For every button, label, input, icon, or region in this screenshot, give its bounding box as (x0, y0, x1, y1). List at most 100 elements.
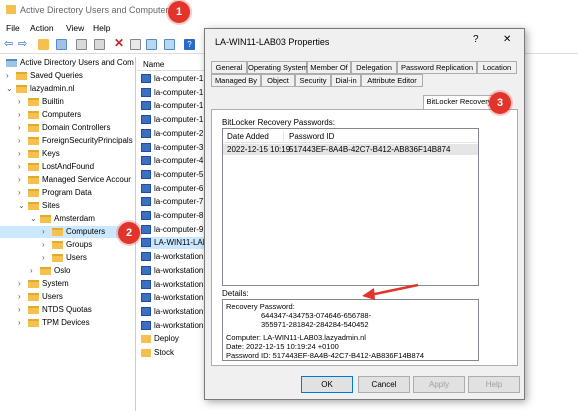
cancel-button[interactable]: Cancel (358, 376, 410, 393)
details-textbox[interactable]: Recovery Password: 644347-434753-074646-… (222, 299, 479, 361)
list-item[interactable]: la-computer-1 (141, 73, 207, 85)
list-item[interactable]: la-computer-1 (141, 87, 207, 99)
tab-operating-system[interactable]: Operating System (247, 61, 308, 74)
copy-icon[interactable] (94, 39, 105, 50)
menu-file[interactable]: File (6, 23, 20, 33)
list-item[interactable]: la-computer-5 (141, 169, 207, 181)
ok-button[interactable]: OK (301, 376, 353, 393)
menu-action[interactable]: Action (30, 23, 54, 33)
expand-chevron-icon[interactable]: › (18, 292, 21, 301)
dialog-help-button[interactable]: ? (473, 34, 479, 45)
date-added-column[interactable]: Date Added (227, 132, 269, 141)
expand-chevron-icon[interactable]: › (18, 110, 21, 119)
properties-icon[interactable] (130, 39, 141, 50)
tab-password-replication[interactable]: Password Replication (397, 61, 477, 74)
collapse-chevron-icon[interactable]: ⌄ (6, 84, 13, 93)
tree-item[interactable]: › Computers (0, 226, 135, 238)
expand-chevron-icon[interactable]: › (18, 136, 21, 145)
list-item[interactable]: la-workstation (141, 251, 207, 263)
expand-chevron-icon[interactable]: › (30, 266, 33, 275)
recovery-password-row[interactable]: 2022-12-15 10:19 517443EF-8A4B-42C7-B412… (223, 144, 478, 155)
show-tree-icon[interactable] (56, 39, 67, 50)
tree-item[interactable]: ⌄ Sites (0, 200, 135, 212)
tree-item[interactable]: › Saved Queries (0, 70, 135, 82)
expand-chevron-icon[interactable]: › (18, 318, 21, 327)
expand-chevron-icon[interactable]: › (18, 279, 21, 288)
tab-dial-in[interactable]: Dial-in (331, 74, 361, 87)
list-item[interactable]: la-computer-1 (141, 100, 207, 112)
tree-item[interactable]: › Oslo (0, 265, 135, 277)
list-item[interactable]: la-computer-6 (141, 183, 207, 195)
tree-item[interactable]: › Groups (0, 239, 135, 251)
tree-item[interactable]: › Managed Service Accour (0, 174, 135, 186)
tree-item[interactable]: › System (0, 278, 135, 290)
expand-chevron-icon[interactable]: › (18, 188, 21, 197)
expand-chevron-icon[interactable]: › (42, 227, 45, 236)
expand-chevron-icon[interactable]: › (18, 175, 21, 184)
collapse-chevron-icon[interactable]: ⌄ (18, 201, 25, 210)
cut-icon[interactable] (76, 39, 87, 50)
tree-item[interactable]: ⌄ lazyadmin.nl (0, 83, 135, 95)
tab-security[interactable]: Security (295, 74, 331, 87)
tab-member-of[interactable]: Member Of (307, 61, 351, 74)
recovery-passwords-list[interactable]: Date Added Password ID 2022-12-15 10:19 … (222, 128, 479, 286)
tree-item[interactable]: › Computers (0, 109, 135, 121)
tree-item[interactable]: › Keys (0, 148, 135, 160)
tree-item[interactable]: › Users (0, 291, 135, 303)
list-item[interactable]: la-workstation (141, 265, 207, 277)
tree-item[interactable]: › Program Data (0, 187, 135, 199)
list-item[interactable]: la-computer-4 (141, 155, 207, 167)
tree-item[interactable]: › LostAndFound (0, 161, 135, 173)
tab-managed-by[interactable]: Managed By (211, 74, 261, 87)
list-item[interactable]: la-computer-1 (141, 114, 207, 126)
tree-root[interactable]: Active Directory Users and Com (0, 57, 135, 69)
tree-item[interactable]: › Users (0, 252, 135, 264)
expand-chevron-icon[interactable]: › (18, 305, 21, 314)
list-item[interactable]: la-computer-3 (141, 142, 207, 154)
tree-item[interactable]: ⌄ Amsterdam (0, 213, 135, 225)
tab-location[interactable]: Location (477, 61, 517, 74)
help-button[interactable]: Help (468, 376, 520, 393)
list-item[interactable]: la-workstation (141, 306, 207, 318)
list-item[interactable]: la-computer-9 (141, 224, 207, 236)
up-folder-icon[interactable] (38, 39, 49, 50)
list-item[interactable]: la-computer-7 (141, 196, 207, 208)
expand-chevron-icon[interactable]: › (18, 97, 21, 106)
expand-chevron-icon[interactable]: › (42, 240, 45, 249)
list-item[interactable]: la-computer-2 (141, 128, 207, 140)
collapse-chevron-icon[interactable]: ⌄ (30, 214, 37, 223)
list-header[interactable]: Name (137, 57, 207, 71)
list-item[interactable]: Deploy (141, 333, 207, 345)
menu-view[interactable]: View (66, 23, 84, 33)
list-item[interactable]: la-workstation (141, 320, 207, 332)
tab-delegation[interactable]: Delegation (351, 61, 397, 74)
tree-item[interactable]: › Builtin (0, 96, 135, 108)
tab-object[interactable]: Object (261, 74, 295, 87)
help-icon[interactable]: ? (184, 39, 195, 50)
tree-item[interactable]: › NTDS Quotas (0, 304, 135, 316)
tree-item[interactable]: › Domain Controllers (0, 122, 135, 134)
export-list-icon[interactable] (164, 39, 175, 50)
expand-chevron-icon[interactable]: › (18, 149, 21, 158)
tree-item[interactable]: › ForeignSecurityPrincipals (0, 135, 135, 147)
list-item[interactable]: la-computer-8 (141, 210, 207, 222)
expand-chevron-icon[interactable]: › (18, 162, 21, 171)
forward-arrow-icon[interactable]: ⇨ (18, 37, 29, 50)
tab-general[interactable]: General (211, 61, 247, 74)
back-arrow-icon[interactable]: ⇦ (4, 37, 15, 50)
expand-chevron-icon[interactable]: › (18, 123, 21, 132)
tree-item[interactable]: › TPM Devices (0, 317, 135, 329)
list-item[interactable]: LA-WIN11-LAB (141, 237, 207, 250)
menu-help[interactable]: Help (93, 23, 110, 33)
tab-bitlocker-recovery[interactable]: BitLocker Recovery (423, 95, 495, 110)
dialog-close-button[interactable]: ✕ (503, 34, 511, 45)
list-item[interactable]: la-workstation (141, 279, 207, 291)
expand-chevron-icon[interactable]: › (6, 71, 9, 80)
refresh-icon[interactable] (146, 39, 157, 50)
list-item[interactable]: la-workstation (141, 292, 207, 304)
tab-attribute-editor[interactable]: Attribute Editor (361, 74, 423, 87)
password-id-column[interactable]: Password ID (289, 132, 334, 141)
list-item[interactable]: Stock (141, 347, 207, 359)
expand-chevron-icon[interactable]: › (42, 253, 45, 262)
delete-icon[interactable]: ✕ (114, 36, 125, 50)
